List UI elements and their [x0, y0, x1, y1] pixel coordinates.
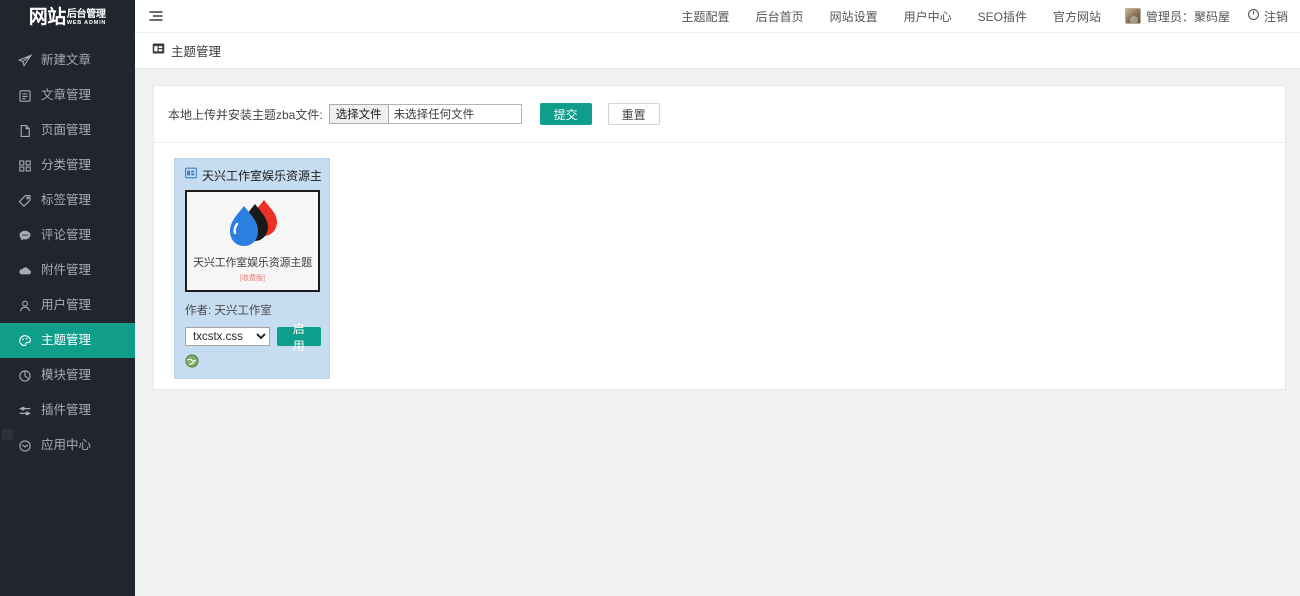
topnav-item-site-settings[interactable]: 网站设置 [817, 0, 891, 33]
topnav-item-user-center[interactable]: 用户中心 [891, 0, 965, 33]
sidebar-item-new-post[interactable]: 新建文章 [0, 43, 135, 78]
document-list-icon [18, 89, 32, 103]
file-input-group[interactable]: 选择文件 未选择任何文件 [328, 104, 522, 124]
topbar-nav: 主题配置 后台首页 网站设置 用户中心 SEO插件 官方网站 管理员：聚码屋 注… [669, 0, 1300, 33]
avatar [1124, 8, 1141, 24]
sidebar-item-label: 插件管理 [41, 403, 92, 418]
sidebar-item-label: 应用中心 [41, 438, 92, 453]
logo-sub-latin-text: WEB ADMIN [66, 19, 107, 26]
sidebar-item-label: 评论管理 [41, 228, 92, 243]
power-icon [1247, 8, 1260, 24]
sidebar-item-plugin-manage[interactable]: 插件管理 [0, 393, 135, 428]
css-file-select[interactable]: txcstx.css [185, 327, 270, 346]
theme-preview-caption: 天兴工作室娱乐资源主题 [193, 257, 312, 269]
theme-list: 天兴工作室娱乐资源主题[收费版] 天兴 [154, 143, 1285, 379]
user-menu[interactable]: 管理员：聚码屋 [1114, 0, 1241, 33]
theme-extra-actions [185, 354, 321, 368]
topnav-item-official-site[interactable]: 官方网站 [1040, 0, 1114, 33]
sidebar-item-app-center[interactable]: 应用中心 [0, 428, 135, 463]
topnav-item-theme-config[interactable]: 主题配置 [669, 0, 743, 33]
logo-sub-text: 后台管理 [66, 8, 106, 20]
logout-button[interactable]: 注销 [1241, 0, 1300, 33]
sidebar-item-tag-manage[interactable]: 标签管理 [0, 183, 135, 218]
user-name-label: 管理员：聚码屋 [1145, 9, 1230, 24]
comment-icon [18, 229, 32, 243]
choose-file-button[interactable]: 选择文件 [328, 104, 389, 124]
sidebar-item-category-manage[interactable]: 分类管理 [0, 148, 135, 183]
theme-panel: 本地上传并安装主题zba文件: 选择文件 未选择任何文件 提交 重置 天兴工作室… [153, 85, 1286, 390]
palette-icon [18, 334, 32, 348]
sidebar-item-comment-manage[interactable]: 评论管理 [0, 218, 135, 253]
theme-icon [152, 42, 165, 60]
sidebar-item-module-manage[interactable]: 模块管理 [0, 358, 135, 393]
sidebar-item-label: 分类管理 [41, 158, 92, 173]
sidebar-item-label: 附件管理 [41, 263, 92, 278]
upload-form: 本地上传并安装主题zba文件: 选择文件 未选择任何文件 提交 重置 [154, 103, 1285, 143]
tag-icon [18, 194, 32, 208]
theme-preview[interactable]: 天兴工作室娱乐资源主题 [收费版] [185, 190, 320, 292]
sidebar-item-label: 标签管理 [41, 193, 92, 208]
sidebar-item-theme-manage[interactable]: 主题管理 [0, 323, 135, 358]
theme-card-header: 天兴工作室娱乐资源主题[收费版] [185, 167, 321, 183]
topbar: 主题配置 后台首页 网站设置 用户中心 SEO插件 官方网站 管理员：聚码屋 注… [135, 0, 1300, 33]
sidebar-item-page-manage[interactable]: 页面管理 [0, 113, 135, 148]
file-name-display: 未选择任何文件 [388, 104, 522, 124]
upload-label: 本地上传并安装主题zba文件: [168, 107, 323, 122]
theme-title: 天兴工作室娱乐资源主题[收费版] [202, 168, 321, 183]
enable-theme-button[interactable]: 启用 [276, 322, 321, 353]
theme-window-icon [185, 167, 197, 183]
hamburger-icon[interactable] [135, 0, 177, 33]
reset-button[interactable]: 重置 [607, 103, 660, 125]
admin-app: 网站 后台管理 WEB ADMIN 新建文章 文章管理 页面管理 分类管理 标签… [0, 0, 1300, 596]
sidebar-nav: 新建文章 文章管理 页面管理 分类管理 标签管理 评论管理 附件管理 用户管理 … [0, 43, 135, 463]
sidebar-item-label: 模块管理 [41, 368, 92, 383]
logo[interactable]: 网站 后台管理 WEB ADMIN [0, 0, 135, 33]
theme-card: 天兴工作室娱乐资源主题[收费版] 天兴 [174, 158, 330, 379]
sidebar-item-label: 用户管理 [41, 298, 92, 313]
submit-button[interactable]: 提交 [539, 103, 592, 125]
globe-icon[interactable] [185, 354, 199, 368]
send-icon [18, 53, 32, 68]
sidebar-item-label: 新建文章 [41, 53, 92, 68]
app-center-icon [18, 439, 32, 453]
sidebar: 网站 后台管理 WEB ADMIN 新建文章 文章管理 页面管理 分类管理 标签… [0, 0, 135, 596]
sidebar-item-label: 文章管理 [41, 88, 92, 103]
waterdrop-logo [220, 196, 286, 253]
sidebar-item-user-manage[interactable]: 用户管理 [0, 288, 135, 323]
topnav-item-seo-plugin[interactable]: SEO插件 [965, 0, 1040, 33]
main-area: 主题配置 后台首页 网站设置 用户中心 SEO插件 官方网站 管理员：聚码屋 注… [135, 0, 1300, 596]
sidebar-item-label: 主题管理 [41, 333, 92, 348]
sidebar-marker [2, 429, 13, 440]
user-icon [18, 299, 32, 313]
breadcrumb: 主题管理 [135, 33, 1300, 69]
page-title: 主题管理 [171, 45, 222, 59]
category-grid-icon [18, 159, 32, 173]
module-icon [18, 369, 32, 383]
theme-controls: txcstx.css 启用 [185, 322, 321, 353]
logout-label: 注销 [1263, 9, 1288, 24]
cloud-icon [18, 264, 32, 278]
content-area: 本地上传并安装主题zba文件: 选择文件 未选择任何文件 提交 重置 天兴工作室… [135, 69, 1300, 596]
sidebar-item-post-manage[interactable]: 文章管理 [0, 78, 135, 113]
topnav-item-admin-home[interactable]: 后台首页 [743, 0, 817, 33]
logo-main-text: 网站 [28, 7, 67, 28]
theme-author: 作者: 天兴工作室 [185, 305, 272, 317]
sliders-icon [18, 404, 32, 418]
page-icon [18, 124, 32, 138]
sidebar-item-label: 页面管理 [41, 123, 92, 138]
theme-preview-badge: [收费版] [240, 275, 265, 282]
sidebar-item-attachment-manage[interactable]: 附件管理 [0, 253, 135, 288]
